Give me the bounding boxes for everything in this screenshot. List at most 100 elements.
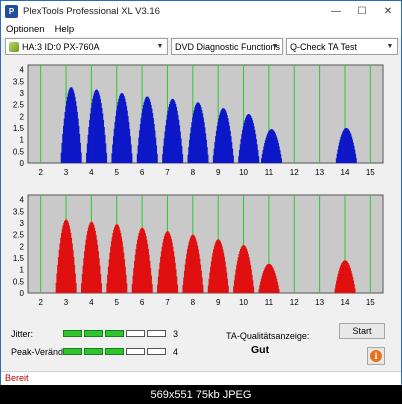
chart-bar [227,285,229,293]
app-icon: P [5,4,18,18]
jitter-meter-segment [63,330,82,337]
chart-bar [207,154,209,163]
y-tick-label: 0 [20,159,25,168]
peak-meter-segment [84,348,103,355]
y-tick-label: 1.5 [13,124,25,133]
test-select[interactable]: Q-Check TA Test ▼ [286,38,398,55]
x-tick-label: 14 [341,298,350,307]
chart-bar [80,152,82,163]
y-tick-label: 3 [20,89,25,98]
chart-bar [181,154,184,163]
x-tick-label: 3 [64,298,69,307]
peak-meter [63,348,166,355]
y-tick-label: 1 [20,136,25,145]
start-button[interactable]: Start [339,323,385,339]
y-tick-label: 2 [20,112,25,121]
image-caption: 569x551 75kb JPEG [0,385,402,404]
peak-value: 4 [173,347,179,357]
drive-select-value: HA:3 ID:0 PX-760A [22,41,100,52]
y-tick-label: 3 [20,219,25,228]
quality-value: Gut [251,344,270,356]
minimize-button[interactable]: — [323,1,349,21]
x-tick-label: 11 [265,298,274,307]
jitter-value: 3 [173,329,179,339]
chart-bar [151,284,153,293]
chevron-down-icon[interactable]: ▼ [384,40,396,53]
peak-meter-segment [105,348,124,355]
menu-optionen[interactable]: Optionen [1,24,50,35]
chevron-down-icon[interactable]: ▼ [269,40,281,53]
drive-select[interactable]: HA:3 ID:0 PX-760A ▼ [5,38,168,55]
app-window: P PlexTools Professional XL V3.16 — ☐ ✕ … [0,0,402,404]
window-title: PlexTools Professional XL V3.16 [23,5,160,17]
status-bar: Bereit [1,371,401,385]
x-tick-label: 2 [38,168,43,177]
peak-meter-segment [147,348,166,355]
drive-icon [9,41,19,52]
chart-bar [131,153,133,163]
result-panel: Jitter: 3 Peak-Veränd: 4 TA-Qualitätsanz… [1,321,401,369]
x-tick-label: 8 [191,168,196,177]
peak-meter-segment [126,348,145,355]
y-tick-label: 4 [20,196,25,205]
x-tick-label: 11 [265,168,274,177]
x-tick-label: 4 [89,298,94,307]
top-chart-svg: 4 3.5 3 2.5 2 1.5 1 0.5 0 2 3 4 5 6 7 8 9 10 11 12 13 14 15 [13,64,384,177]
x-tick-label: 6 [140,168,145,177]
y-tick-label: 3.5 [13,77,25,86]
close-button[interactable]: ✕ [375,1,401,21]
menu-help[interactable]: Help [50,24,80,35]
y-tick-label: 1.5 [13,254,25,263]
function-select-value: DVD Diagnostic Functions [175,41,281,52]
chart-bar [232,155,234,163]
top-chart: 4 3.5 3 2.5 2 1.5 1 0.5 0 2 3 4 5 6 7 8 9 10 11 12 13 14 15 [6,61,391,186]
jitter-meter-segment [126,330,145,337]
chart-bar [257,156,260,163]
menu-bar: Optionen Help [1,21,401,37]
jitter-meter-segment [84,330,103,337]
x-tick-label: 7 [165,168,170,177]
jitter-meter [63,330,166,337]
x-tick-label: 9 [216,168,221,177]
bottom-chart: 4 3.5 3 2.5 2 1.5 1 0.5 0 2 3 4 5 6 7 8 9 10 11 12 13 14 15 [6,191,391,316]
chart-bar [202,284,204,293]
chart-bar [355,158,357,163]
y-tick-label: 2.5 [13,231,25,240]
x-tick-label: 5 [115,168,120,177]
toolbar: HA:3 ID:0 PX-760A ▼ DVD Diagnostic Funct… [1,38,401,56]
test-select-value: Q-Check TA Test [290,41,358,52]
y-tick-label: 3.5 [13,207,25,216]
chevron-down-icon[interactable]: ▼ [154,40,166,53]
y-tick-label: 0 [20,289,25,298]
y-tick-label: 2.5 [13,101,25,110]
y-tick-label: 2 [20,242,25,251]
title-bar: P PlexTools Professional XL V3.16 — ☐ ✕ [1,1,401,21]
chart-bar [278,288,280,293]
chart-bar [100,283,102,293]
x-tick-label: 12 [290,298,299,307]
x-tick-label: 15 [366,168,375,177]
maximize-button[interactable]: ☐ [349,1,375,21]
chart-bar [354,288,356,293]
function-select[interactable]: DVD Diagnostic Functions ▼ [171,38,283,55]
chart-bar [156,153,158,163]
x-tick-label: 12 [290,168,299,177]
plot-area [27,194,384,294]
x-tick-label: 13 [315,298,324,307]
chart-bar [105,152,108,163]
chart-bar [75,282,77,293]
peak-meter-segment [63,348,82,355]
status-text: Bereit [5,373,29,383]
x-tick-label: 7 [165,298,170,307]
peak-label: Peak-Veränd: [11,347,66,357]
x-tick-label: 6 [140,298,145,307]
y-tick-label: 0.5 [13,277,25,286]
x-tick-label: 10 [239,168,248,177]
x-tick-label: 4 [89,168,94,177]
x-tick-label: 2 [38,298,43,307]
info-button[interactable]: i [367,347,385,365]
bottom-chart-svg: 4 3.5 3 2.5 2 1.5 1 0.5 0 2 3 4 5 6 7 8 9 10 11 12 13 14 15 [13,194,384,307]
x-tick-label: 9 [216,298,221,307]
y-tick-label: 0.5 [13,147,25,156]
jitter-meter-segment [147,330,166,337]
